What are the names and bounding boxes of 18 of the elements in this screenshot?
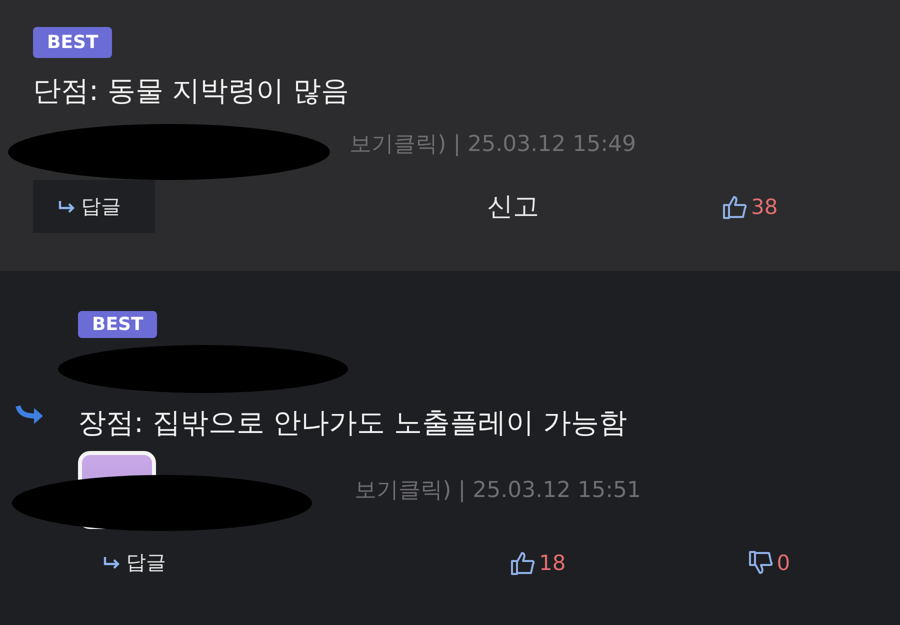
dislike-button[interactable]: 0 (748, 550, 790, 576)
like-button[interactable]: 18 (510, 550, 566, 576)
reply-button[interactable]: 답글 (102, 536, 224, 589)
comment-text: 단점: 동물 지박령이 많음 (33, 73, 350, 109)
best-badge: BEST (78, 311, 158, 338)
thumbs-down-icon (748, 550, 774, 576)
comment-meta: 보기클릭) | 25.03.12 15:49 (350, 131, 636, 159)
best-badge: BEST (33, 27, 112, 58)
thumbs-up-icon (722, 194, 748, 220)
reply-arrow-icon (102, 556, 122, 570)
like-button[interactable]: 38 (722, 194, 778, 220)
comment-meta: 보기클릭) | 25.03.12 15:51 (354, 477, 641, 505)
thumbs-up-icon (510, 550, 536, 576)
reply-arrow-icon (57, 200, 77, 214)
reply-button[interactable]: 답글 (33, 180, 155, 233)
reply-indent-icon (15, 403, 45, 425)
comment-text: 장점: 집밖으로 안나가도 노출플레이 가능함 (78, 405, 628, 441)
report-button[interactable]: 신고 (487, 189, 539, 224)
